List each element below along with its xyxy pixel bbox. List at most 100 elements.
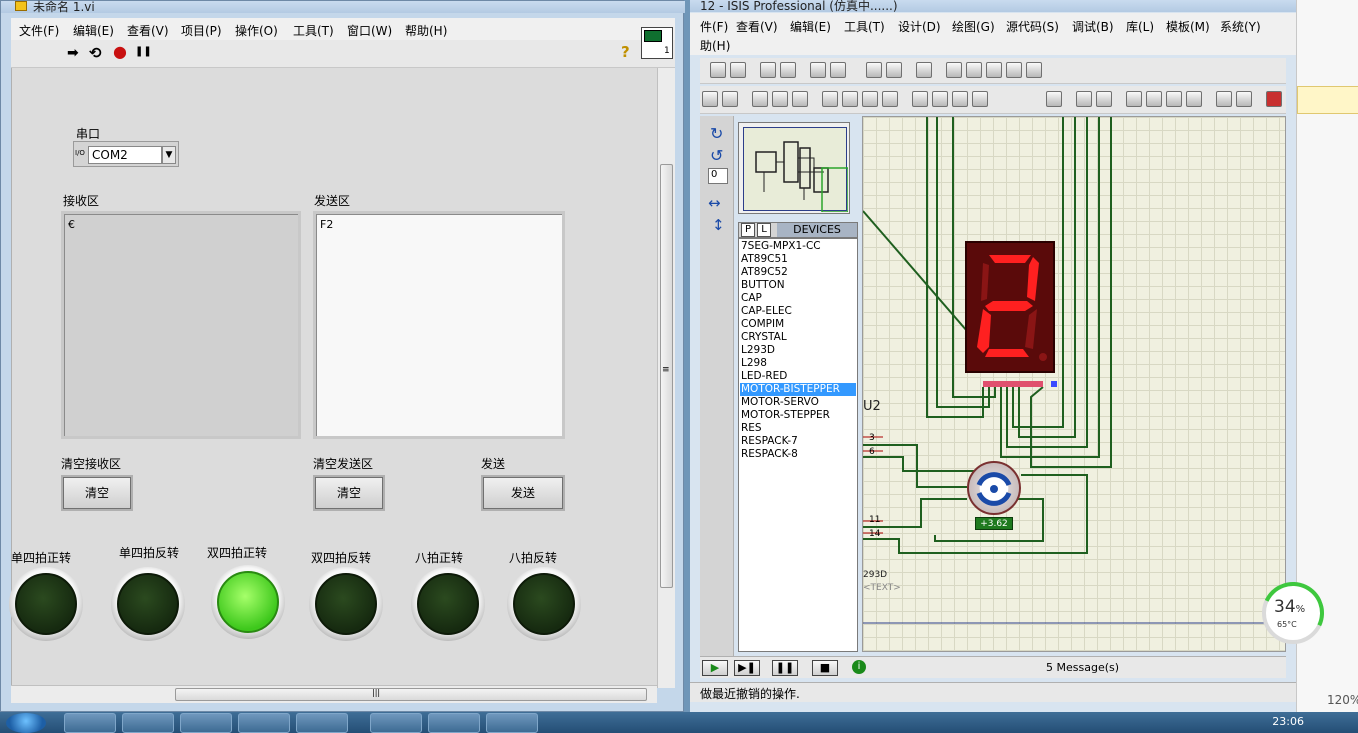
- run-arrow-icon[interactable]: ➡: [67, 45, 79, 61]
- exit-to-parent-icon[interactable]: [1166, 91, 1182, 107]
- vertical-scrollbar[interactable]: ≡: [657, 68, 675, 688]
- isis-title-bar[interactable]: 12 - ISIS Professional (仿真中......): [690, 0, 1296, 13]
- taskbar-app-icon[interactable]: [122, 713, 174, 733]
- electrical-check-icon[interactable]: [1216, 91, 1232, 107]
- abort-icon[interactable]: ●: [113, 42, 127, 61]
- remove-sheet-icon[interactable]: [1146, 91, 1162, 107]
- taskbar-folder-icon[interactable]: [296, 713, 348, 733]
- list-item-selected[interactable]: MOTOR-BISTEPPER: [740, 383, 856, 396]
- menu-help[interactable]: 帮助(H): [405, 22, 447, 39]
- list-item[interactable]: MOTOR-STEPPER: [740, 409, 856, 422]
- message-count[interactable]: 5 Message(s): [1046, 661, 1119, 674]
- pick-device-tab[interactable]: P: [741, 223, 755, 237]
- zoom-level[interactable]: 120%: [1327, 693, 1358, 707]
- pause-icon[interactable]: ❚❚: [135, 46, 152, 57]
- clear-send-button[interactable]: 清空: [315, 477, 383, 509]
- schematic-canvas[interactable]: U2 3 6 11 14 293D <TEXT> +3.62: [862, 116, 1286, 652]
- ares-icon[interactable]: [1266, 91, 1282, 107]
- step-icon[interactable]: ▶❚: [734, 660, 760, 676]
- isis-menu-tools[interactable]: 工具(T): [844, 18, 885, 35]
- labview-title-bar[interactable]: 未命名 1.vi: [1, 0, 685, 14]
- print-icon[interactable]: [810, 62, 826, 78]
- help-icon[interactable]: ?: [621, 43, 630, 61]
- zoom-area-icon[interactable]: [1026, 62, 1042, 78]
- serial-port-value[interactable]: COM2: [88, 146, 162, 164]
- list-item[interactable]: CRYSTAL: [740, 331, 856, 344]
- vi-connector-icon[interactable]: 1: [641, 27, 673, 59]
- open-folder-icon[interactable]: [710, 62, 726, 78]
- taskbar-app-icon[interactable]: [486, 713, 538, 733]
- block-copy-icon[interactable]: [822, 91, 838, 107]
- isis-menu-graph[interactable]: 绘图(G): [952, 18, 995, 35]
- zoom-out-icon[interactable]: [986, 62, 1002, 78]
- horizontal-scroll-thumb[interactable]: |||: [175, 688, 647, 701]
- property-tool-icon[interactable]: [1096, 91, 1112, 107]
- decompose-icon[interactable]: [972, 91, 988, 107]
- isis-menu-template[interactable]: 模板(M): [1166, 18, 1210, 35]
- pan-icon[interactable]: [946, 62, 962, 78]
- rotate-cw-icon[interactable]: ↻: [710, 124, 723, 143]
- isis-menu-debug[interactable]: 调试(B): [1072, 18, 1114, 35]
- list-item[interactable]: L298: [740, 357, 856, 370]
- serial-port-dropdown[interactable]: I/O COM2 ▼: [73, 141, 179, 167]
- receive-area[interactable]: €: [61, 211, 301, 439]
- list-item[interactable]: RESPACK-7: [740, 435, 856, 448]
- menu-window[interactable]: 窗口(W): [347, 22, 392, 39]
- pick-device-icon[interactable]: [912, 91, 928, 107]
- isis-menu-source[interactable]: 源代码(S): [1006, 18, 1059, 35]
- menu-view[interactable]: 查看(V): [127, 22, 169, 39]
- menu-project[interactable]: 项目(P): [181, 22, 222, 39]
- redo-icon[interactable]: [722, 91, 738, 107]
- isis-menu-view[interactable]: 查看(V): [736, 18, 778, 35]
- origin-icon[interactable]: [916, 62, 932, 78]
- menu-edit[interactable]: 编辑(E): [73, 22, 114, 39]
- taskbar-labview-icon[interactable]: [428, 713, 480, 733]
- isis-menu-design[interactable]: 设计(D): [898, 18, 941, 35]
- area-icon[interactable]: [830, 62, 846, 78]
- block-move-icon[interactable]: [842, 91, 858, 107]
- make-device-icon[interactable]: [932, 91, 948, 107]
- taskbar-isis-icon[interactable]: [370, 713, 422, 733]
- horizontal-scrollbar[interactable]: |||: [11, 685, 657, 703]
- rotation-input[interactable]: 0: [708, 168, 728, 184]
- block-rotate-icon[interactable]: [862, 91, 878, 107]
- menu-file[interactable]: 文件(F): [19, 22, 59, 39]
- taskbar-browser-icon[interactable]: [64, 713, 116, 733]
- undo-icon[interactable]: [702, 91, 718, 107]
- pause-icon[interactable]: ❚❚: [772, 660, 798, 676]
- isis-menu-library[interactable]: 库(L): [1126, 18, 1154, 35]
- zoom-in-icon[interactable]: [966, 62, 982, 78]
- chevron-down-icon[interactable]: ▼: [162, 146, 176, 164]
- list-item[interactable]: LED-RED: [740, 370, 856, 383]
- block-delete-icon[interactable]: [882, 91, 898, 107]
- export-icon[interactable]: [780, 62, 796, 78]
- system-clock[interactable]: 23:06: [1272, 715, 1304, 728]
- start-button[interactable]: [6, 713, 46, 733]
- isis-menu-system[interactable]: 系统(Y): [1220, 18, 1261, 35]
- mirror-vertical-icon[interactable]: ↕: [712, 216, 725, 234]
- play-icon[interactable]: ▶: [702, 660, 728, 676]
- list-item[interactable]: MOTOR-SERVO: [740, 396, 856, 409]
- list-item[interactable]: RES: [740, 422, 856, 435]
- send-button[interactable]: 发送: [483, 477, 563, 509]
- taskbar-app-icon[interactable]: [180, 713, 232, 733]
- overview-window[interactable]: [738, 122, 850, 214]
- library-tab[interactable]: L: [757, 223, 771, 237]
- grid-icon[interactable]: [886, 62, 902, 78]
- list-item[interactable]: COMPIM: [740, 318, 856, 331]
- list-item[interactable]: AT89C51: [740, 253, 856, 266]
- run-continuous-icon[interactable]: ⟲: [89, 44, 102, 62]
- performance-widget[interactable]: 34% 65°C: [1253, 573, 1333, 653]
- info-icon[interactable]: i: [852, 660, 866, 674]
- packaging-icon[interactable]: [952, 91, 968, 107]
- list-item[interactable]: CAP-ELEC: [740, 305, 856, 318]
- list-item[interactable]: AT89C52: [740, 266, 856, 279]
- mirror-horizontal-icon[interactable]: ↔: [708, 194, 721, 212]
- stop-icon[interactable]: ■: [812, 660, 838, 676]
- clear-receive-button[interactable]: 清空: [63, 477, 131, 509]
- devices-list[interactable]: 7SEG-MPX1-CC AT89C51 AT89C52 BUTTON CAP …: [738, 238, 858, 652]
- rotate-ccw-icon[interactable]: ↺: [710, 146, 723, 165]
- save-icon[interactable]: [730, 62, 746, 78]
- list-item[interactable]: CAP: [740, 292, 856, 305]
- vertical-scroll-thumb[interactable]: ≡: [660, 164, 673, 588]
